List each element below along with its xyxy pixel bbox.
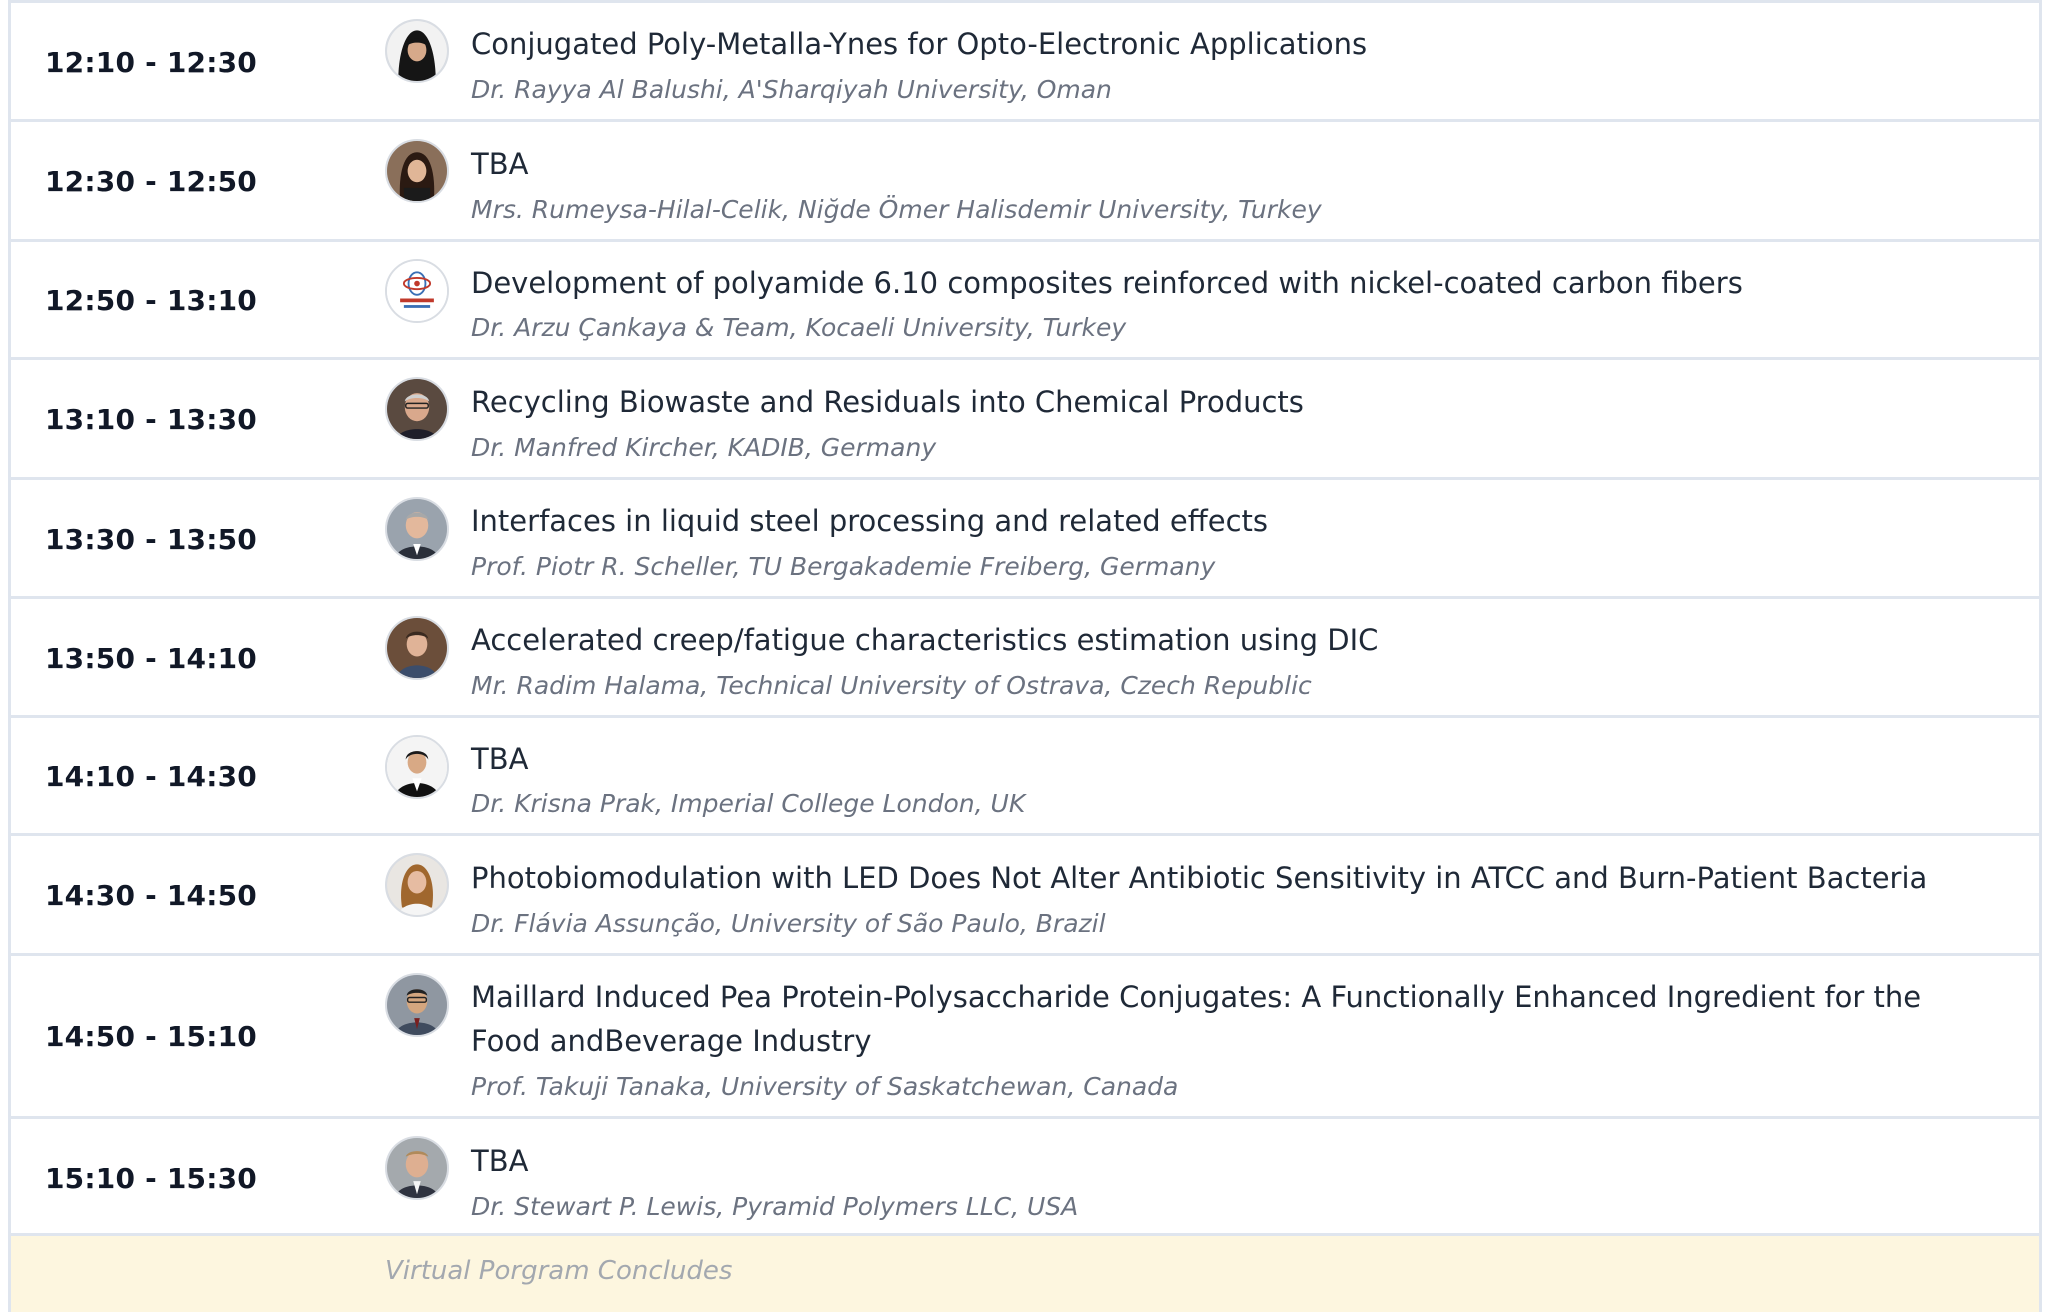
session-time: 12:50 - 13:10: [45, 284, 257, 317]
virtual-program-schedule: 12:10 - 12:30 Conjugated Poly-Metalla-Yn…: [0, 0, 2049, 1312]
session-time: 14:50 - 15:10: [45, 1020, 257, 1053]
session-time: 13:10 - 13:30: [45, 403, 257, 436]
speaker-avatar-icon: [385, 973, 449, 1037]
schedule-row: 14:50 - 15:10 Maillard Induced Pea Prote…: [11, 953, 2039, 1117]
session-time: 12:10 - 12:30: [45, 46, 257, 79]
session-title: Recycling Biowaste and Residuals into Ch…: [471, 385, 1304, 419]
speaker-affiliation: Dr. Manfred Kircher, KADIB, Germany: [471, 433, 937, 462]
speaker-avatar-icon: [385, 616, 449, 680]
program-conclusion-text: Virtual Porgram Concludes: [385, 1256, 733, 1286]
session-title: Interfaces in liquid steel processing an…: [471, 504, 1269, 538]
session-title: TBA: [471, 147, 529, 181]
session-title: Photobiomodulation with LED Does Not Alt…: [471, 861, 1928, 895]
speaker-affiliation: Dr. Rayya Al Balushi, A'Sharqiyah Univer…: [471, 75, 1112, 104]
speaker-affiliation: Prof. Piotr R. Scheller, TU Bergakademie…: [471, 552, 1216, 581]
speaker-avatar-icon: [385, 139, 449, 203]
speaker-affiliation: Dr. Stewart P. Lewis, Pyramid Polymers L…: [471, 1192, 1079, 1221]
schedule-row: 13:50 - 14:10 Accelerated creep/fatigue …: [11, 596, 2039, 716]
session-title: TBA: [471, 742, 529, 776]
speaker-affiliation: Dr. Flávia Assunção, University of São P…: [471, 909, 1106, 938]
schedule-row: 13:10 - 13:30 Recycling Biowaste and Res…: [11, 357, 2039, 478]
speaker-affiliation: Prof. Takuji Tanaka, University of Saska…: [471, 1072, 1179, 1101]
speaker-affiliation: Mrs. Rumeysa-Hilal-Celik, Niğde Ömer Hal…: [471, 195, 1322, 224]
session-time: 12:30 - 12:50: [45, 165, 257, 198]
speaker-avatar-icon: [385, 1136, 449, 1200]
session-title: Maillard Induced Pea Protein-Polysacchar…: [471, 980, 1922, 1058]
session-time: 13:30 - 13:50: [45, 523, 257, 556]
speaker-avatar-icon: [385, 19, 449, 83]
session-time: 14:30 - 14:50: [45, 879, 257, 912]
program-conclusion-row: Virtual Porgram Concludes: [11, 1233, 2039, 1312]
schedule-row: 13:30 - 13:50 Interfaces in liquid steel…: [11, 477, 2039, 597]
university-logo-icon: [385, 259, 449, 323]
speaker-avatar-icon: [385, 377, 449, 441]
session-time: 14:10 - 14:30: [45, 760, 257, 793]
session-title: Development of polyamide 6.10 composites…: [471, 266, 1743, 300]
speaker-affiliation: Dr. Arzu Çankaya & Team, Kocaeli Univers…: [471, 313, 1127, 342]
schedule-row: 14:30 - 14:50 Photobiomodulation with LE…: [11, 833, 2039, 954]
speaker-affiliation: Mr. Radim Halama, Technical University o…: [471, 671, 1312, 700]
schedule-row: 14:10 - 14:30 TBA Dr. Krisna Prak, Imper…: [11, 715, 2039, 834]
schedule-row: 12:50 - 13:10 Development of polyamide 6…: [11, 239, 2039, 358]
schedule-row: 12:30 - 12:50 TBA Mrs. Rumeysa-Hilal-Cel…: [11, 119, 2039, 240]
session-title: Accelerated creep/fatigue characteristic…: [471, 623, 1379, 657]
schedule-row: 12:10 - 12:30 Conjugated Poly-Metalla-Yn…: [11, 0, 2039, 120]
schedule-row: 15:10 - 15:30 TBA Dr. Stewart P. Lewis, …: [11, 1116, 2039, 1234]
session-title: TBA: [471, 1144, 529, 1178]
session-title: Conjugated Poly-Metalla-Ynes for Opto-El…: [471, 27, 1368, 61]
speaker-affiliation: Dr. Krisna Prak, Imperial College London…: [471, 789, 1026, 818]
speaker-avatar-icon: [385, 853, 449, 917]
session-time: 15:10 - 15:30: [45, 1162, 257, 1195]
speaker-avatar-icon: [385, 497, 449, 561]
session-time: 13:50 - 14:10: [45, 642, 257, 675]
speaker-avatar-icon: [385, 735, 449, 799]
